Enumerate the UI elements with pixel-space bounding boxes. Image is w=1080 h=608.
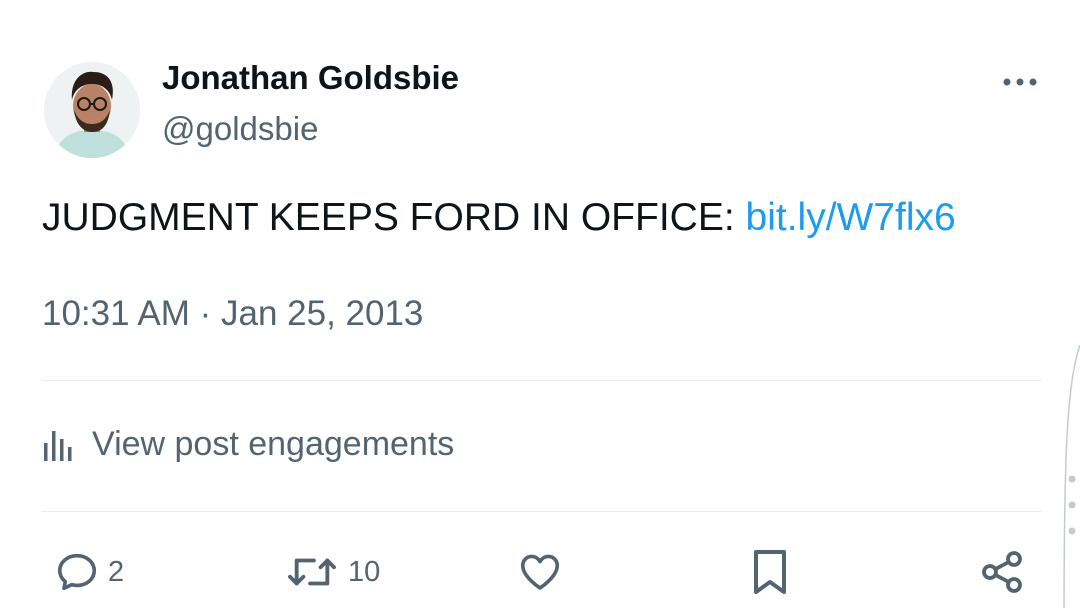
post-text-body: JUDGMENT KEEPS FORD IN OFFICE: [42,196,746,239]
avatar[interactable] [44,62,140,158]
repost-icon [288,558,336,586]
view-engagements-label: View post engagements [92,424,455,463]
author-handle[interactable]: @goldsbie [162,110,318,148]
view-engagements-button[interactable]: View post engagements [42,420,454,468]
share-icon [982,551,1022,593]
post-text: JUDGMENT KEEPS FORD IN OFFICE: bit.ly/W7… [42,196,956,240]
reply-icon [57,553,97,591]
post-detail: Jonathan Goldsbie @goldsbie JUDGMENT KEE… [0,0,1080,608]
post-timestamp[interactable]: 10:31 AM · Jan 25, 2013 [42,294,423,334]
reply-count: 2 [108,555,125,588]
repost-count: 10 [348,555,381,588]
heart-icon [520,554,560,590]
reply-button[interactable]: 2 [54,542,124,602]
scrollbar-handle[interactable] [1060,344,1080,608]
bookmark-button[interactable] [748,542,792,602]
divider-bottom [42,511,1041,512]
more-options-button[interactable] [994,62,1046,102]
like-button[interactable] [516,542,564,602]
more-dots-icon [1003,78,1037,86]
bar-chart-icon [44,431,72,461]
author-display-name[interactable]: Jonathan Goldsbie [162,59,459,97]
avatar-photo-icon [44,62,140,158]
post-link[interactable]: bit.ly/W7flx6 [746,196,956,239]
divider-top [42,380,1041,381]
repost-button[interactable]: 10 [284,542,380,602]
bookmark-icon [754,550,786,594]
share-button[interactable] [978,542,1026,602]
